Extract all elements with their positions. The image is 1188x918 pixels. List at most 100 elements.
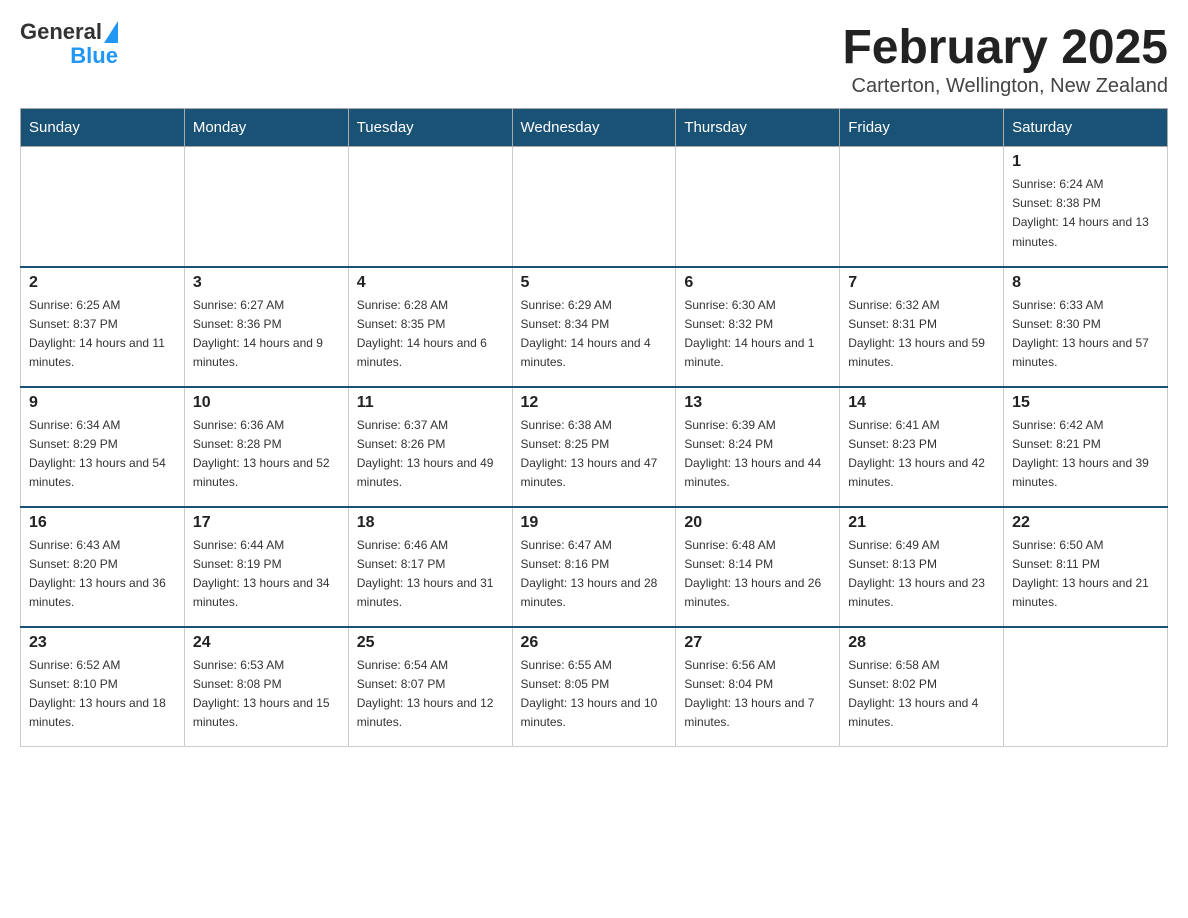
day-info: Sunrise: 6:36 AM Sunset: 8:28 PM Dayligh…: [193, 416, 340, 493]
day-info: Sunrise: 6:49 AM Sunset: 8:13 PM Dayligh…: [848, 536, 995, 613]
day-number: 20: [684, 514, 831, 532]
table-row: 10 Sunrise: 6:36 AM Sunset: 8:28 PM Dayli…: [184, 387, 348, 507]
day-number: 7: [848, 274, 995, 292]
day-number: 23: [29, 634, 176, 652]
table-row: 26Sunrise: 6:55 AM Sunset: 8:05 PM Dayli…: [512, 627, 676, 747]
day-number: 22: [1012, 514, 1159, 532]
day-number: 12: [521, 394, 668, 412]
calendar-week-row: 16 Sunrise: 6:43 AM Sunset: 8:20 PM Dayli…: [21, 507, 1168, 627]
table-row: 16 Sunrise: 6:43 AM Sunset: 8:20 PM Dayli…: [21, 507, 185, 627]
table-row: 22 Sunrise: 6:50 AM Sunset: 8:11 PM Dayli…: [1004, 507, 1168, 627]
day-number: 18: [357, 514, 504, 532]
day-number: 8: [1012, 274, 1159, 292]
day-info: Sunrise: 6:53 AM Sunset: 8:08 PM Dayligh…: [193, 656, 340, 733]
day-number: 14: [848, 394, 995, 412]
day-info: Sunrise: 6:39 AM Sunset: 8:24 PM Dayligh…: [684, 416, 831, 493]
table-row: [1004, 627, 1168, 747]
day-info: Sunrise: 6:43 AM Sunset: 8:20 PM Dayligh…: [29, 536, 176, 613]
table-row: 6 Sunrise: 6:30 AM Sunset: 8:32 PM Daylig…: [676, 267, 840, 387]
day-info: Sunrise: 6:30 AM Sunset: 8:32 PM Dayligh…: [684, 296, 831, 373]
calendar-table: Sunday Monday Tuesday Wednesday Thursday…: [20, 108, 1168, 747]
table-row: 24 Sunrise: 6:53 AM Sunset: 8:08 PM Dayli…: [184, 627, 348, 747]
day-info: Sunrise: 6:24 AM Sunset: 8:38 PM Dayligh…: [1012, 175, 1159, 252]
day-info: Sunrise: 6:44 AM Sunset: 8:19 PM Dayligh…: [193, 536, 340, 613]
table-row: 5 Sunrise: 6:29 AM Sunset: 8:34 PM Daylig…: [512, 267, 676, 387]
logo-triangle-icon: [104, 21, 118, 43]
table-row: 27 Sunrise: 6:56 AM Sunset: 8:04 PM Dayli…: [676, 627, 840, 747]
day-info: Sunrise: 6:56 AM Sunset: 8:04 PM Dayligh…: [684, 656, 831, 733]
day-info: Sunrise: 6:38 AM Sunset: 8:25 PM Dayligh…: [521, 416, 668, 493]
calendar-header-row: Sunday Monday Tuesday Wednesday Thursday…: [21, 109, 1168, 147]
table-row: 14 Sunrise: 6:41 AM Sunset: 8:23 PM Dayli…: [840, 387, 1004, 507]
table-row: 20 Sunrise: 6:48 AM Sunset: 8:14 PM Dayli…: [676, 507, 840, 627]
day-info: Sunrise: 6:42 AM Sunset: 8:21 PM Dayligh…: [1012, 416, 1159, 493]
day-number: 3: [193, 274, 340, 292]
table-row: 15Sunrise: 6:42 AM Sunset: 8:21 PM Dayli…: [1004, 387, 1168, 507]
day-info: Sunrise: 6:34 AM Sunset: 8:29 PM Dayligh…: [29, 416, 176, 493]
day-info: Sunrise: 6:41 AM Sunset: 8:23 PM Dayligh…: [848, 416, 995, 493]
day-number: 13: [684, 394, 831, 412]
day-number: 5: [521, 274, 668, 292]
header-tuesday: Tuesday: [348, 109, 512, 147]
table-row: [512, 147, 676, 267]
day-info: Sunrise: 6:33 AM Sunset: 8:30 PM Dayligh…: [1012, 296, 1159, 373]
header-wednesday: Wednesday: [512, 109, 676, 147]
day-number: 27: [684, 634, 831, 652]
header-saturday: Saturday: [1004, 109, 1168, 147]
day-number: 25: [357, 634, 504, 652]
day-number: 19: [521, 514, 668, 532]
table-row: 18 Sunrise: 6:46 AM Sunset: 8:17 PM Dayli…: [348, 507, 512, 627]
calendar-week-row: 9 Sunrise: 6:34 AM Sunset: 8:29 PM Daylig…: [21, 387, 1168, 507]
table-row: 1 Sunrise: 6:24 AM Sunset: 8:38 PM Daylig…: [1004, 147, 1168, 267]
title-section: February 2025 Carterton, Wellington, New…: [842, 20, 1168, 98]
day-number: 9: [29, 394, 176, 412]
day-info: Sunrise: 6:37 AM Sunset: 8:26 PM Dayligh…: [357, 416, 504, 493]
day-number: 21: [848, 514, 995, 532]
day-number: 1: [1012, 153, 1159, 171]
calendar-week-row: 2 Sunrise: 6:25 AM Sunset: 8:37 PM Daylig…: [21, 267, 1168, 387]
day-number: 2: [29, 274, 176, 292]
day-info: Sunrise: 6:55 AM Sunset: 8:05 PM Dayligh…: [521, 656, 668, 733]
day-number: 4: [357, 274, 504, 292]
header-friday: Friday: [840, 109, 1004, 147]
day-info: Sunrise: 6:25 AM Sunset: 8:37 PM Dayligh…: [29, 296, 176, 373]
table-row: 21 Sunrise: 6:49 AM Sunset: 8:13 PM Dayli…: [840, 507, 1004, 627]
table-row: 25 Sunrise: 6:54 AM Sunset: 8:07 PM Dayli…: [348, 627, 512, 747]
day-info: Sunrise: 6:50 AM Sunset: 8:11 PM Dayligh…: [1012, 536, 1159, 613]
day-number: 28: [848, 634, 995, 652]
table-row: 12 Sunrise: 6:38 AM Sunset: 8:25 PM Dayli…: [512, 387, 676, 507]
logo-general: General: [20, 20, 102, 44]
page-title: February 2025: [842, 20, 1168, 75]
day-number: 24: [193, 634, 340, 652]
table-row: 4Sunrise: 6:28 AM Sunset: 8:35 PM Daylig…: [348, 267, 512, 387]
table-row: [21, 147, 185, 267]
table-row: 8 Sunrise: 6:33 AM Sunset: 8:30 PM Daylig…: [1004, 267, 1168, 387]
day-info: Sunrise: 6:27 AM Sunset: 8:36 PM Dayligh…: [193, 296, 340, 373]
logo-blue: Blue: [70, 44, 118, 68]
day-number: 17: [193, 514, 340, 532]
day-info: Sunrise: 6:58 AM Sunset: 8:02 PM Dayligh…: [848, 656, 995, 733]
day-number: 11: [357, 394, 504, 412]
table-row: [840, 147, 1004, 267]
table-row: 17 Sunrise: 6:44 AM Sunset: 8:19 PM Dayli…: [184, 507, 348, 627]
table-row: 11 Sunrise: 6:37 AM Sunset: 8:26 PM Dayli…: [348, 387, 512, 507]
day-info: Sunrise: 6:47 AM Sunset: 8:16 PM Dayligh…: [521, 536, 668, 613]
day-info: Sunrise: 6:29 AM Sunset: 8:34 PM Dayligh…: [521, 296, 668, 373]
table-row: [184, 147, 348, 267]
day-info: Sunrise: 6:46 AM Sunset: 8:17 PM Dayligh…: [357, 536, 504, 613]
header-thursday: Thursday: [676, 109, 840, 147]
day-number: 16: [29, 514, 176, 532]
day-info: Sunrise: 6:54 AM Sunset: 8:07 PM Dayligh…: [357, 656, 504, 733]
day-number: 10: [193, 394, 340, 412]
header-monday: Monday: [184, 109, 348, 147]
logo: General Blue: [20, 20, 118, 68]
table-row: 2 Sunrise: 6:25 AM Sunset: 8:37 PM Daylig…: [21, 267, 185, 387]
calendar-week-row: 23Sunrise: 6:52 AM Sunset: 8:10 PM Dayli…: [21, 627, 1168, 747]
table-row: 13 Sunrise: 6:39 AM Sunset: 8:24 PM Dayli…: [676, 387, 840, 507]
page-header: General Blue February 2025 Carterton, We…: [20, 20, 1168, 98]
header-sunday: Sunday: [21, 109, 185, 147]
table-row: 3 Sunrise: 6:27 AM Sunset: 8:36 PM Daylig…: [184, 267, 348, 387]
day-number: 6: [684, 274, 831, 292]
day-info: Sunrise: 6:48 AM Sunset: 8:14 PM Dayligh…: [684, 536, 831, 613]
table-row: [676, 147, 840, 267]
